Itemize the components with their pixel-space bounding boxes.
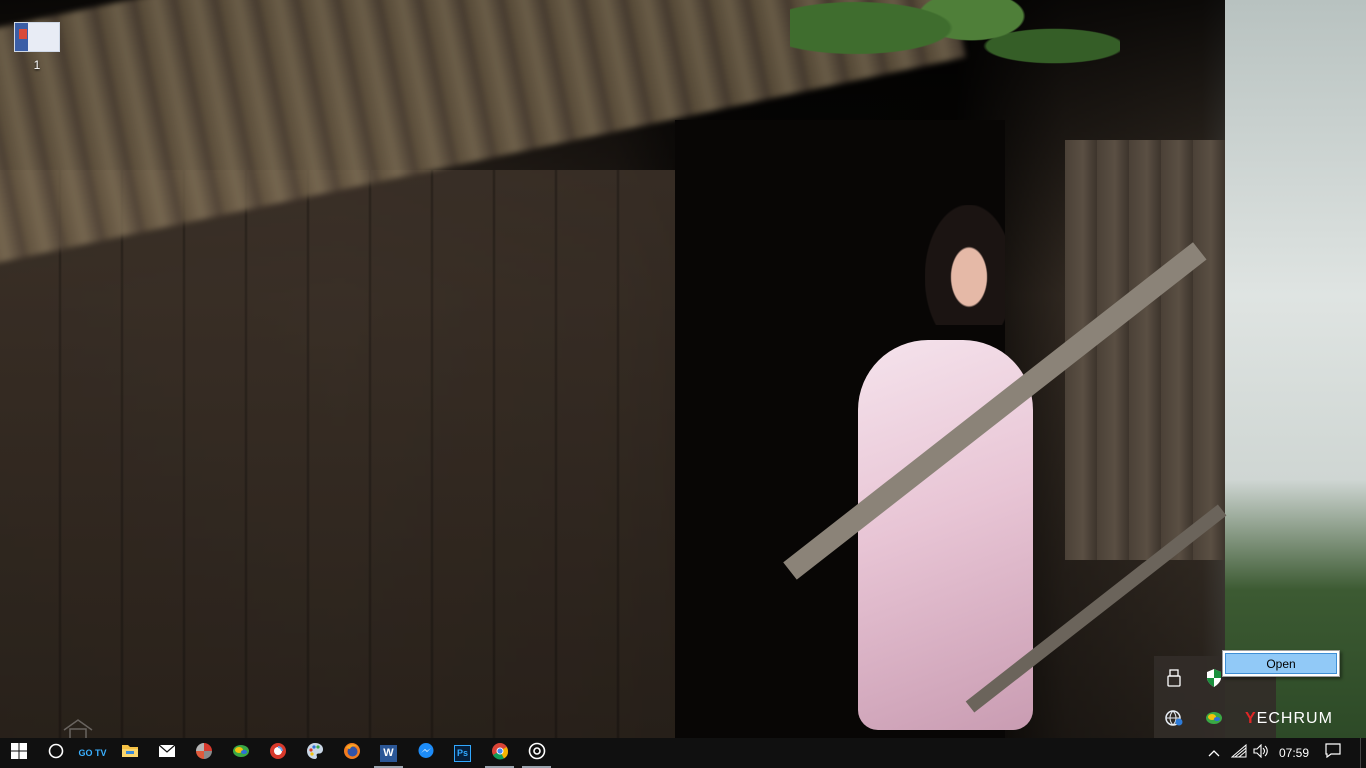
chrome-icon <box>491 742 509 765</box>
photoshop-label: Ps <box>456 748 468 758</box>
wifi-icon <box>1230 743 1247 763</box>
gotv-label: GO TV <box>78 747 107 758</box>
gotv-button[interactable]: GO TV <box>74 738 111 768</box>
document-thumbnail-icon <box>14 22 60 52</box>
start-button[interactable] <box>0 738 37 768</box>
context-menu-item-open[interactable]: Open <box>1225 653 1337 674</box>
file-explorer-button[interactable] <box>111 738 148 768</box>
wallpaper-outside <box>1225 0 1366 738</box>
mail-button[interactable] <box>148 738 185 768</box>
network-button[interactable] <box>1228 738 1250 768</box>
firefox-button[interactable] <box>333 738 370 768</box>
windows-logo-icon <box>10 742 27 764</box>
action-center-icon <box>1325 743 1341 763</box>
show-desktop-button[interactable] <box>1360 738 1366 768</box>
wallpaper-figure-head <box>925 205 1005 325</box>
context-menu: Open <box>1222 650 1340 677</box>
desktop-icon-label: 1 <box>33 58 41 72</box>
gotv-icon: GO TV <box>78 747 107 758</box>
messenger-button[interactable] <box>407 738 444 768</box>
cortana-button[interactable] <box>37 738 74 768</box>
usb-drive-icon[interactable] <box>1162 666 1186 690</box>
chevron-up-icon <box>1208 744 1220 762</box>
techrum-brand-text: ECHRUM <box>1256 710 1333 727</box>
desktop-wallpaper <box>0 0 1366 738</box>
volume-icon <box>1253 743 1269 763</box>
action-center-button[interactable] <box>1318 738 1348 768</box>
word-button[interactable]: W <box>370 738 407 768</box>
cortana-circle-icon <box>48 743 64 764</box>
techrum-app-icon[interactable]: Y <box>1245 710 1257 727</box>
red-pinwheel-icon <box>195 742 213 765</box>
chrome-button[interactable] <box>481 738 518 768</box>
word-icon: W <box>380 744 397 762</box>
firefox-icon <box>343 742 361 765</box>
photoshop-button[interactable]: Ps <box>444 738 481 768</box>
paint-button[interactable] <box>296 738 333 768</box>
taskbar: GO TV W Ps 07:59 <box>0 738 1366 768</box>
app-chrome-red-button[interactable] <box>259 738 296 768</box>
groove-button[interactable] <box>518 738 555 768</box>
mail-icon <box>158 744 176 763</box>
red-swirl-icon <box>269 742 287 765</box>
app-red-button[interactable] <box>185 738 222 768</box>
clock-time[interactable]: 07:59 <box>1273 738 1315 768</box>
show-hidden-icons-button[interactable] <box>1200 738 1228 768</box>
paint-palette-icon <box>306 742 324 765</box>
wallpaper-leaves <box>790 0 1120 100</box>
desktop-icon-file-1[interactable]: 1 <box>8 22 66 72</box>
word-label: W <box>383 747 394 759</box>
wallpaper-wooden-wall <box>0 170 700 738</box>
messenger-icon <box>417 742 435 765</box>
volume-button[interactable] <box>1250 738 1272 768</box>
photoshop-icon: Ps <box>454 744 471 762</box>
green-circle-icon <box>232 744 250 763</box>
folder-icon <box>121 743 139 763</box>
vpn-globe-icon[interactable] <box>1162 706 1186 730</box>
techrum-brand: YECHRUM <box>1245 710 1333 728</box>
colorful-circle-app-icon[interactable] <box>1202 706 1226 730</box>
target-circle-icon <box>528 742 546 765</box>
app-green-button[interactable] <box>222 738 259 768</box>
